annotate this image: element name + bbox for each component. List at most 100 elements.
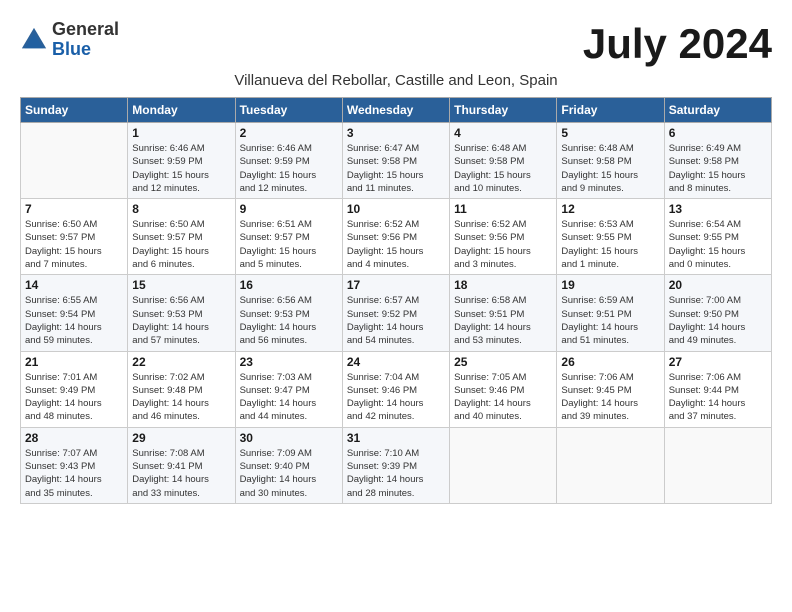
logo-blue: Blue <box>52 39 91 59</box>
day-number: 20 <box>669 278 767 292</box>
day-number: 5 <box>561 126 659 140</box>
calendar-cell: 18 Sunrise: 6:58 AM Sunset: 9:51 PM Dayli… <box>450 275 557 351</box>
day-info: Sunrise: 6:50 AM Sunset: 9:57 PM Dayligh… <box>132 218 230 271</box>
day-info: Sunrise: 7:06 AM Sunset: 9:44 PM Dayligh… <box>669 371 767 424</box>
location-title: Villanueva del Rebollar, Castille and Le… <box>20 72 772 89</box>
day-info: Sunrise: 7:04 AM Sunset: 9:46 PM Dayligh… <box>347 371 445 424</box>
day-info: Sunrise: 6:51 AM Sunset: 9:57 PM Dayligh… <box>240 218 338 271</box>
day-number: 19 <box>561 278 659 292</box>
day-info: Sunrise: 7:08 AM Sunset: 9:41 PM Dayligh… <box>132 447 230 500</box>
calendar-cell: 25 Sunrise: 7:05 AM Sunset: 9:46 PM Dayli… <box>450 351 557 427</box>
day-info: Sunrise: 6:57 AM Sunset: 9:52 PM Dayligh… <box>347 294 445 347</box>
day-number: 26 <box>561 355 659 369</box>
week-row-1: 1 Sunrise: 6:46 AM Sunset: 9:59 PM Daylig… <box>21 123 772 199</box>
logo-icon <box>20 26 48 54</box>
day-info: Sunrise: 6:49 AM Sunset: 9:58 PM Dayligh… <box>669 142 767 195</box>
day-number: 28 <box>25 431 123 445</box>
calendar-cell: 12 Sunrise: 6:53 AM Sunset: 9:55 PM Dayli… <box>557 199 664 275</box>
calendar-cell <box>557 427 664 503</box>
day-info: Sunrise: 7:07 AM Sunset: 9:43 PM Dayligh… <box>25 447 123 500</box>
day-number: 15 <box>132 278 230 292</box>
day-number: 30 <box>240 431 338 445</box>
day-header-friday: Friday <box>557 98 664 123</box>
day-number: 18 <box>454 278 552 292</box>
day-info: Sunrise: 6:48 AM Sunset: 9:58 PM Dayligh… <box>454 142 552 195</box>
calendar-cell: 6 Sunrise: 6:49 AM Sunset: 9:58 PM Daylig… <box>664 123 771 199</box>
calendar-cell: 8 Sunrise: 6:50 AM Sunset: 9:57 PM Daylig… <box>128 199 235 275</box>
calendar-cell <box>21 123 128 199</box>
day-number: 25 <box>454 355 552 369</box>
day-number: 3 <box>347 126 445 140</box>
day-info: Sunrise: 7:09 AM Sunset: 9:40 PM Dayligh… <box>240 447 338 500</box>
day-info: Sunrise: 7:02 AM Sunset: 9:48 PM Dayligh… <box>132 371 230 424</box>
calendar-cell: 3 Sunrise: 6:47 AM Sunset: 9:58 PM Daylig… <box>342 123 449 199</box>
calendar-cell: 13Sunrise: 6:54 AM Sunset: 9:55 PM Dayli… <box>664 199 771 275</box>
day-info: Sunrise: 6:58 AM Sunset: 9:51 PM Dayligh… <box>454 294 552 347</box>
day-header-wednesday: Wednesday <box>342 98 449 123</box>
day-number: 12 <box>561 202 659 216</box>
day-number: 6 <box>669 126 767 140</box>
calendar-cell: 1 Sunrise: 6:46 AM Sunset: 9:59 PM Daylig… <box>128 123 235 199</box>
logo: General Blue <box>20 20 119 60</box>
calendar-cell: 22 Sunrise: 7:02 AM Sunset: 9:48 PM Dayli… <box>128 351 235 427</box>
calendar-table: SundayMondayTuesdayWednesdayThursdayFrid… <box>20 97 772 504</box>
day-number: 17 <box>347 278 445 292</box>
calendar-cell: 21 Sunrise: 7:01 AM Sunset: 9:49 PM Dayli… <box>21 351 128 427</box>
day-number: 22 <box>132 355 230 369</box>
day-info: Sunrise: 7:01 AM Sunset: 9:49 PM Dayligh… <box>25 371 123 424</box>
day-info: Sunrise: 6:46 AM Sunset: 9:59 PM Dayligh… <box>132 142 230 195</box>
calendar-cell: 29Sunrise: 7:08 AM Sunset: 9:41 PM Dayli… <box>128 427 235 503</box>
day-header-sunday: Sunday <box>21 98 128 123</box>
day-number: 1 <box>132 126 230 140</box>
day-number: 4 <box>454 126 552 140</box>
day-info: Sunrise: 6:59 AM Sunset: 9:51 PM Dayligh… <box>561 294 659 347</box>
calendar-cell: 19 Sunrise: 6:59 AM Sunset: 9:51 PM Dayli… <box>557 275 664 351</box>
day-info: Sunrise: 6:52 AM Sunset: 9:56 PM Dayligh… <box>454 218 552 271</box>
calendar-cell: 20Sunrise: 7:00 AM Sunset: 9:50 PM Dayli… <box>664 275 771 351</box>
calendar-cell: 26 Sunrise: 7:06 AM Sunset: 9:45 PM Dayli… <box>557 351 664 427</box>
calendar-cell: 11 Sunrise: 6:52 AM Sunset: 9:56 PM Dayli… <box>450 199 557 275</box>
day-number: 21 <box>25 355 123 369</box>
page-header: General Blue July 2024 <box>20 20 772 68</box>
month-year-title: July 2024 <box>583 20 772 68</box>
day-info: Sunrise: 7:10 AM Sunset: 9:39 PM Dayligh… <box>347 447 445 500</box>
calendar-cell <box>664 427 771 503</box>
day-number: 31 <box>347 431 445 445</box>
day-info: Sunrise: 6:53 AM Sunset: 9:55 PM Dayligh… <box>561 218 659 271</box>
calendar-cell: 24 Sunrise: 7:04 AM Sunset: 9:46 PM Dayli… <box>342 351 449 427</box>
week-row-2: 7 Sunrise: 6:50 AM Sunset: 9:57 PM Daylig… <box>21 199 772 275</box>
day-info: Sunrise: 6:47 AM Sunset: 9:58 PM Dayligh… <box>347 142 445 195</box>
day-info: Sunrise: 6:50 AM Sunset: 9:57 PM Dayligh… <box>25 218 123 271</box>
calendar-cell: 14Sunrise: 6:55 AM Sunset: 9:54 PM Dayli… <box>21 275 128 351</box>
day-number: 11 <box>454 202 552 216</box>
calendar-cell: 30 Sunrise: 7:09 AM Sunset: 9:40 PM Dayli… <box>235 427 342 503</box>
week-row-4: 21 Sunrise: 7:01 AM Sunset: 9:49 PM Dayli… <box>21 351 772 427</box>
calendar-cell: 23 Sunrise: 7:03 AM Sunset: 9:47 PM Dayli… <box>235 351 342 427</box>
day-info: Sunrise: 7:06 AM Sunset: 9:45 PM Dayligh… <box>561 371 659 424</box>
day-number: 27 <box>669 355 767 369</box>
day-info: Sunrise: 7:03 AM Sunset: 9:47 PM Dayligh… <box>240 371 338 424</box>
calendar-cell: 31 Sunrise: 7:10 AM Sunset: 9:39 PM Dayli… <box>342 427 449 503</box>
day-info: Sunrise: 7:05 AM Sunset: 9:46 PM Dayligh… <box>454 371 552 424</box>
calendar-cell: 10 Sunrise: 6:52 AM Sunset: 9:56 PM Dayli… <box>342 199 449 275</box>
day-number: 9 <box>240 202 338 216</box>
day-number: 7 <box>25 202 123 216</box>
calendar-cell: 15Sunrise: 6:56 AM Sunset: 9:53 PM Dayli… <box>128 275 235 351</box>
calendar-cell: 2Sunrise: 6:46 AM Sunset: 9:59 PM Daylig… <box>235 123 342 199</box>
day-number: 23 <box>240 355 338 369</box>
day-info: Sunrise: 6:52 AM Sunset: 9:56 PM Dayligh… <box>347 218 445 271</box>
day-header-thursday: Thursday <box>450 98 557 123</box>
days-header-row: SundayMondayTuesdayWednesdayThursdayFrid… <box>21 98 772 123</box>
calendar-cell: 16Sunrise: 6:56 AM Sunset: 9:53 PM Dayli… <box>235 275 342 351</box>
day-number: 8 <box>132 202 230 216</box>
day-number: 16 <box>240 278 338 292</box>
day-number: 10 <box>347 202 445 216</box>
day-info: Sunrise: 6:55 AM Sunset: 9:54 PM Dayligh… <box>25 294 123 347</box>
calendar-cell: 9 Sunrise: 6:51 AM Sunset: 9:57 PM Daylig… <box>235 199 342 275</box>
calendar-cell: 17 Sunrise: 6:57 AM Sunset: 9:52 PM Dayli… <box>342 275 449 351</box>
week-row-5: 28 Sunrise: 7:07 AM Sunset: 9:43 PM Dayli… <box>21 427 772 503</box>
day-number: 24 <box>347 355 445 369</box>
day-number: 2 <box>240 126 338 140</box>
calendar-cell: 27 Sunrise: 7:06 AM Sunset: 9:44 PM Dayli… <box>664 351 771 427</box>
calendar-cell <box>450 427 557 503</box>
